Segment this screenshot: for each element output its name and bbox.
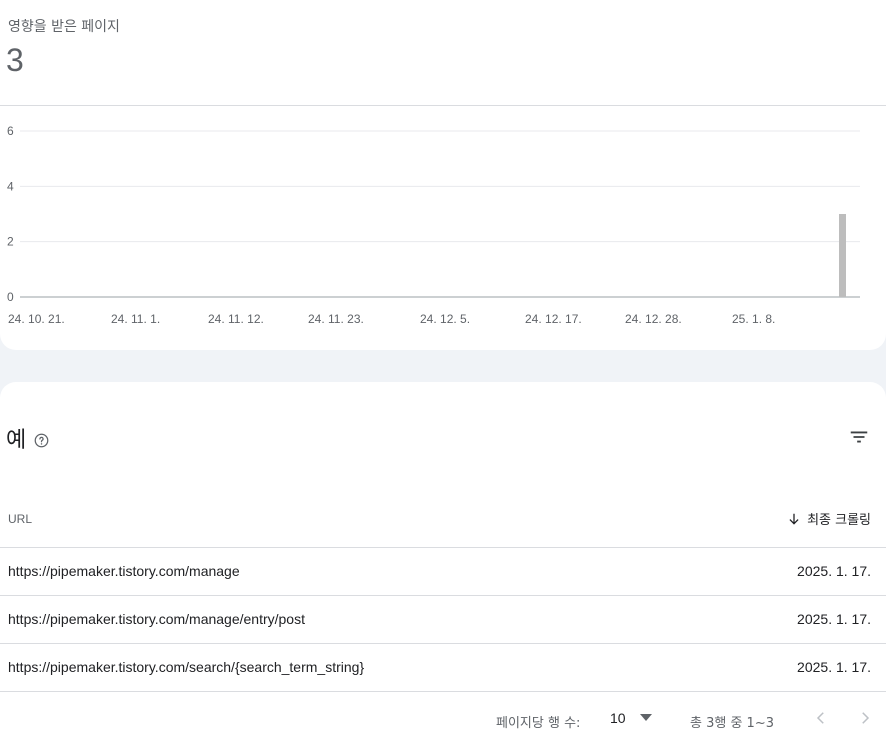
- chart-bar[interactable]: [839, 214, 846, 297]
- table-row[interactable]: https://pipemaker.tistory.com/search/{se…: [0, 644, 886, 692]
- next-page-icon[interactable]: [856, 709, 874, 727]
- table-header: URL 최종 크롤링: [0, 498, 886, 548]
- x-tick-label: 24. 12. 28.: [625, 312, 682, 326]
- column-header-url: URL: [8, 512, 33, 526]
- previous-page-icon[interactable]: [812, 709, 830, 727]
- summary-label: 영향을 받은 페이지: [8, 19, 120, 35]
- row-date: 2025. 1. 17.: [797, 659, 871, 675]
- summary-value: 3: [6, 42, 24, 78]
- rows-per-page-label: 페이지당 행 수:: [496, 716, 581, 731]
- arrow-down-icon: [789, 513, 799, 525]
- table-row[interactable]: https://pipemaker.tistory.com/manage/ent…: [0, 596, 886, 644]
- y-tick-label: 6: [7, 124, 14, 138]
- row-date: 2025. 1. 17.: [797, 563, 871, 579]
- x-tick-label: 24. 10. 21.: [8, 312, 65, 326]
- divider: [0, 105, 886, 106]
- examples-title: 예: [6, 428, 27, 453]
- help-icon[interactable]: [34, 433, 49, 448]
- row-date: 2025. 1. 17.: [797, 611, 871, 627]
- page-range: 총 3행 중 1~3: [690, 716, 774, 731]
- column-header-last-crawl[interactable]: 최종 크롤링: [787, 509, 871, 528]
- examples-card: 예 URL 최종 크롤링 https://pipemaker.tistory.c…: [0, 382, 886, 743]
- x-tick-label: 24. 11. 12.: [208, 312, 264, 326]
- table-row[interactable]: https://pipemaker.tistory.com/manage 202…: [0, 548, 886, 596]
- y-tick-label: 2: [7, 235, 14, 249]
- examples-table: URL 최종 크롤링 https://pipemaker.tistory.com…: [0, 498, 886, 692]
- x-tick-label: 24. 12. 17.: [525, 312, 582, 326]
- x-tick-label: 24. 11. 23.: [308, 312, 364, 326]
- y-tick-label: 0: [7, 290, 14, 304]
- dropdown-arrow-icon: [639, 714, 652, 721]
- rows-per-page-select[interactable]: 10: [610, 710, 652, 726]
- row-url[interactable]: https://pipemaker.tistory.com/manage: [8, 563, 240, 579]
- x-tick-label: 25. 1. 8.: [732, 312, 775, 326]
- y-tick-label: 4: [7, 179, 14, 193]
- affected-pages-chart: 0 2 4 6 24. 10. 21. 24. 11. 1. 24. 11. 12. 24.…: [7, 124, 860, 326]
- row-url[interactable]: https://pipemaker.tistory.com/search/{se…: [8, 659, 364, 675]
- x-tick-label: 24. 12. 5.: [420, 312, 470, 326]
- rows-per-page-value: 10: [610, 710, 626, 726]
- row-url[interactable]: https://pipemaker.tistory.com/manage/ent…: [8, 611, 305, 627]
- affected-pages-card: 영향을 받은 페이지 3 0 2 4 6 24. 10. 21. 24. 11. 1. 2…: [0, 0, 886, 350]
- x-tick-label: 24. 11. 1.: [111, 312, 160, 326]
- column-header-last-crawl-label: 최종 크롤링: [807, 513, 871, 528]
- pagination: 페이지당 행 수: 10 총 3행 중 1~3: [0, 709, 886, 731]
- filter-icon[interactable]: [848, 426, 870, 448]
